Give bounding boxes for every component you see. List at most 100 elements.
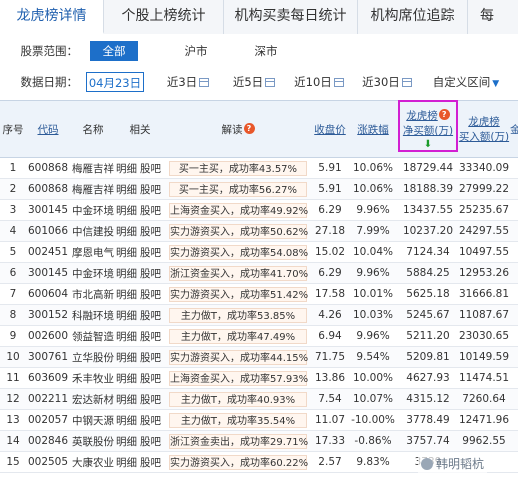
row-name[interactable]: 立华股份 (70, 346, 116, 368)
tab-stock-stats[interactable]: 个股上榜统计 (104, 0, 224, 34)
row-name[interactable]: 摩恩电气 (70, 241, 116, 263)
forum-link[interactable]: 股吧 (140, 415, 161, 427)
row-related[interactable]: 明细 股吧 (116, 451, 164, 473)
row-code[interactable]: 002600 (26, 325, 70, 347)
scope-sz-option[interactable]: 深市 (246, 41, 286, 61)
detail-link[interactable]: 明细 (116, 436, 137, 448)
row-related[interactable]: 明细 股吧 (116, 199, 164, 221)
row-code[interactable]: 600868 (26, 157, 70, 179)
row-related[interactable]: 明细 股吧 (116, 241, 164, 263)
forum-link[interactable]: 股吧 (140, 331, 161, 343)
date-custom-option[interactable]: 自定义区间 ▼ (432, 72, 500, 92)
row-code[interactable]: 300145 (26, 262, 70, 284)
forum-link[interactable]: 股吧 (140, 457, 161, 469)
table-row[interactable]: 14 002846 英联股份 明细 股吧 浙江资金卖出，成功率29.71% 17.33 -0.… (0, 430, 518, 452)
tab-more[interactable]: 每 (468, 0, 518, 34)
forum-link[interactable]: 股吧 (140, 289, 161, 301)
detail-link[interactable]: 明细 (116, 247, 137, 259)
detail-link[interactable]: 明细 (116, 331, 137, 343)
forum-link[interactable]: 股吧 (140, 268, 161, 280)
detail-link[interactable]: 明细 (116, 226, 137, 238)
row-name[interactable]: 中钢天源 (70, 409, 116, 431)
table-row[interactable]: 5 002451 摩恩电气 明细 股吧 实力游资买入，成功率54.08% 15.02 10.0… (0, 241, 518, 263)
scope-sh-option[interactable]: 沪市 (176, 41, 216, 61)
row-code[interactable]: 002451 (26, 241, 70, 263)
forum-link[interactable]: 股吧 (140, 436, 161, 448)
table-row[interactable]: 7 600604 市北高新 明细 股吧 实力游资买入，成功率51.42% 17.58 10.0… (0, 283, 518, 305)
table-row[interactable]: 6 300145 中金环境 明细 股吧 浙江资金买入，成功率41.70% 6.29 9.96%… (0, 262, 518, 284)
row-code[interactable]: 300145 (26, 199, 70, 221)
detail-link[interactable]: 明细 (116, 289, 137, 301)
row-related[interactable]: 明细 股吧 (116, 262, 164, 284)
row-name[interactable]: 领益智造 (70, 325, 116, 347)
row-related[interactable]: 明细 股吧 (116, 325, 164, 347)
row-code[interactable]: 601066 (26, 220, 70, 242)
date-3d-option[interactable]: 近3日 (166, 72, 210, 92)
forum-link[interactable]: 股吧 (140, 394, 161, 406)
detail-link[interactable]: 明细 (116, 457, 137, 469)
col-more[interactable]: 金 (510, 100, 518, 158)
row-name[interactable]: 中信建投 (70, 220, 116, 242)
row-name[interactable]: 梅雁吉祥 (70, 157, 116, 179)
date-10d-option[interactable]: 近10日 (294, 72, 344, 92)
detail-link[interactable]: 明细 (116, 373, 137, 385)
detail-link[interactable]: 明细 (116, 184, 137, 196)
detail-link[interactable]: 明细 (116, 310, 137, 322)
row-related[interactable]: 明细 股吧 (116, 283, 164, 305)
detail-link[interactable]: 明细 (116, 268, 137, 280)
row-name[interactable]: 英联股份 (70, 430, 116, 452)
forum-link[interactable]: 股吧 (140, 184, 161, 196)
row-code[interactable]: 600868 (26, 178, 70, 200)
row-name[interactable]: 大康农业 (70, 451, 116, 473)
row-related[interactable]: 明细 股吧 (116, 367, 164, 389)
row-related[interactable]: 明细 股吧 (116, 157, 164, 179)
row-related[interactable]: 明细 股吧 (116, 346, 164, 368)
scope-all-option[interactable]: 全部 (90, 41, 138, 61)
forum-link[interactable]: 股吧 (140, 226, 161, 238)
detail-link[interactable]: 明细 (116, 163, 137, 175)
forum-link[interactable]: 股吧 (140, 247, 161, 259)
detail-link[interactable]: 明细 (116, 352, 137, 364)
forum-link[interactable]: 股吧 (140, 205, 161, 217)
row-code[interactable]: 002505 (26, 451, 70, 473)
detail-link[interactable]: 明细 (116, 415, 137, 427)
row-related[interactable]: 明细 股吧 (116, 409, 164, 431)
table-row[interactable]: 9 002600 领益智造 明细 股吧 主力做T，成功率47.49% 6.94 9.96% 52… (0, 325, 518, 347)
table-row[interactable]: 13 002057 中钢天源 明细 股吧 主力做T，成功率35.54% 11.07 -10.0… (0, 409, 518, 431)
col-change[interactable]: 涨跌幅 (348, 100, 398, 158)
table-row[interactable]: 2 600868 梅雁吉祥 明细 股吧 买一主买，成功率56.27% 5.91 10.06% 1… (0, 178, 518, 200)
date-picker[interactable]: 04月23日 (86, 72, 144, 92)
forum-link[interactable]: 股吧 (140, 310, 161, 322)
detail-link[interactable]: 明细 (116, 394, 137, 406)
row-related[interactable]: 明细 股吧 (116, 220, 164, 242)
row-name[interactable]: 中金环境 (70, 262, 116, 284)
row-name[interactable]: 梅雁吉祥 (70, 178, 116, 200)
row-related[interactable]: 明细 股吧 (116, 178, 164, 200)
row-code[interactable]: 002846 (26, 430, 70, 452)
date-30d-option[interactable]: 近30日 (362, 72, 412, 92)
table-row[interactable]: 1 600868 梅雁吉祥 明细 股吧 买一主买，成功率43.57% 5.91 10.06% 1… (0, 157, 518, 179)
table-row[interactable]: 10 300761 立华股份 明细 股吧 实力游资买入，成功率44.15% 71.75 9.5… (0, 346, 518, 368)
row-code[interactable]: 002211 (26, 388, 70, 410)
forum-link[interactable]: 股吧 (140, 373, 161, 385)
row-related[interactable]: 明细 股吧 (116, 304, 164, 326)
row-related[interactable]: 明细 股吧 (116, 388, 164, 410)
table-row[interactable]: 12 002211 宏达新材 明细 股吧 主力做T，成功率40.93% 7.54 10.07%… (0, 388, 518, 410)
tab-seat-tracking[interactable]: 机构席位追踪 (358, 0, 468, 34)
date-5d-option[interactable]: 近5日 (232, 72, 276, 92)
row-name[interactable]: 宏达新材 (70, 388, 116, 410)
col-code[interactable]: 代码 (26, 100, 70, 158)
tab-institution-daily[interactable]: 机构买卖每日统计 (224, 0, 358, 34)
row-code[interactable]: 300152 (26, 304, 70, 326)
row-code[interactable]: 603609 (26, 367, 70, 389)
table-row[interactable]: 3 300145 中金环境 明细 股吧 上海资金买入，成功率49.92% 6.29 9.96%… (0, 199, 518, 221)
row-name[interactable]: 禾丰牧业 (70, 367, 116, 389)
row-code[interactable]: 600604 (26, 283, 70, 305)
row-code[interactable]: 002057 (26, 409, 70, 431)
row-name[interactable]: 市北高新 (70, 283, 116, 305)
detail-link[interactable]: 明细 (116, 205, 137, 217)
table-row[interactable]: 11 603609 禾丰牧业 明细 股吧 上海资金买入，成功率57.93% 13.86 10.… (0, 367, 518, 389)
forum-link[interactable]: 股吧 (140, 163, 161, 175)
table-row[interactable]: 8 300152 科融环境 明细 股吧 主力做T，成功率53.85% 4.26 10.03% 5… (0, 304, 518, 326)
table-row[interactable]: 4 601066 中信建投 明细 股吧 实力游资买入，成功率50.62% 27.18 7.99… (0, 220, 518, 242)
